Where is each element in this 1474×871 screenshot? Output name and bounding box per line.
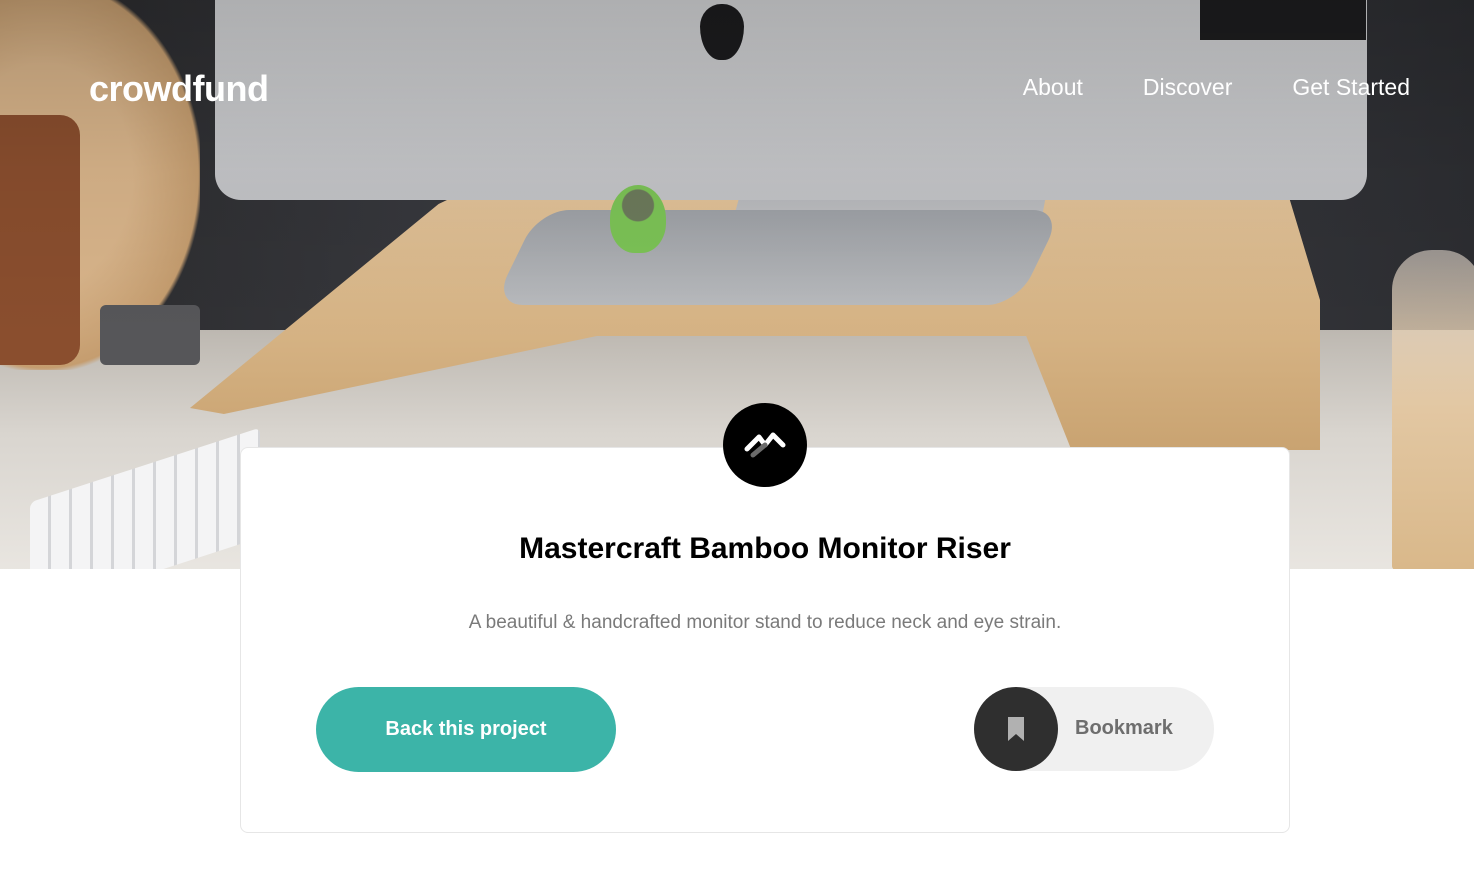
mastercraft-logo-glyph [744, 432, 786, 458]
bookmark-icon-circle [974, 687, 1058, 771]
main-nav: About Discover Get Started [1023, 74, 1410, 101]
project-description: A beautiful & handcrafted monitor stand … [468, 612, 1062, 633]
mastercraft-logo-icon [723, 403, 807, 487]
bookmark-label: Bookmark [1075, 717, 1173, 739]
nav-link-get-started[interactable]: Get Started [1292, 74, 1410, 101]
bookmark-icon [1008, 717, 1024, 741]
site-logo[interactable]: crowdfund [89, 68, 269, 110]
back-project-button[interactable]: Back this project [316, 687, 616, 772]
nav-link-discover[interactable]: Discover [1143, 74, 1232, 101]
bookmark-button[interactable]: Bookmark [974, 687, 1214, 771]
project-title: Mastercraft Bamboo Monitor Riser [519, 532, 1011, 565]
project-card [240, 447, 1290, 833]
nav-link-about[interactable]: About [1023, 74, 1083, 101]
